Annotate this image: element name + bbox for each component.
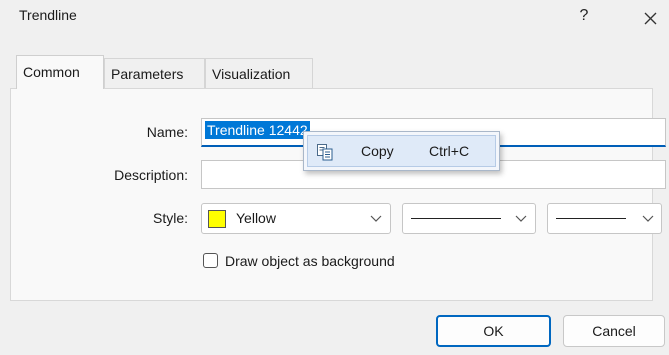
name-field-value: Trendline 12442 bbox=[205, 121, 310, 139]
background-checkbox[interactable] bbox=[203, 253, 218, 268]
line-width-sample bbox=[556, 218, 626, 219]
context-menu: Copy Ctrl+C bbox=[303, 131, 500, 171]
close-icon bbox=[644, 12, 657, 25]
chevron-down-icon bbox=[370, 215, 382, 222]
cancel-button[interactable]: Cancel bbox=[563, 315, 665, 347]
color-swatch bbox=[208, 210, 226, 228]
line-style-sample bbox=[411, 218, 501, 219]
context-menu-copy-shortcut: Ctrl+C bbox=[429, 143, 470, 159]
name-label: Name: bbox=[146, 124, 188, 140]
help-button[interactable]: ? bbox=[570, 2, 598, 30]
line-style-select[interactable] bbox=[402, 203, 536, 234]
chevron-down-icon bbox=[515, 215, 527, 222]
dialog-title: Trendline bbox=[19, 7, 77, 23]
color-select[interactable]: Yellow bbox=[201, 203, 391, 234]
tab-common[interactable]: Common bbox=[16, 55, 104, 89]
context-menu-copy-label: Copy bbox=[361, 143, 394, 159]
chevron-down-icon bbox=[642, 215, 654, 222]
line-width-select[interactable] bbox=[547, 203, 662, 234]
tab-parameters[interactable]: Parameters bbox=[104, 58, 205, 88]
ok-button[interactable]: OK bbox=[436, 315, 551, 347]
close-button[interactable] bbox=[636, 4, 664, 32]
description-label: Description: bbox=[114, 167, 188, 183]
copy-icon bbox=[317, 144, 333, 161]
style-label: Style: bbox=[152, 210, 188, 226]
color-select-value: Yellow bbox=[236, 210, 276, 226]
tab-visualization[interactable]: Visualization bbox=[205, 58, 313, 88]
background-checkbox-label[interactable]: Draw object as background bbox=[225, 253, 395, 269]
context-menu-copy[interactable]: Copy Ctrl+C bbox=[307, 135, 496, 167]
